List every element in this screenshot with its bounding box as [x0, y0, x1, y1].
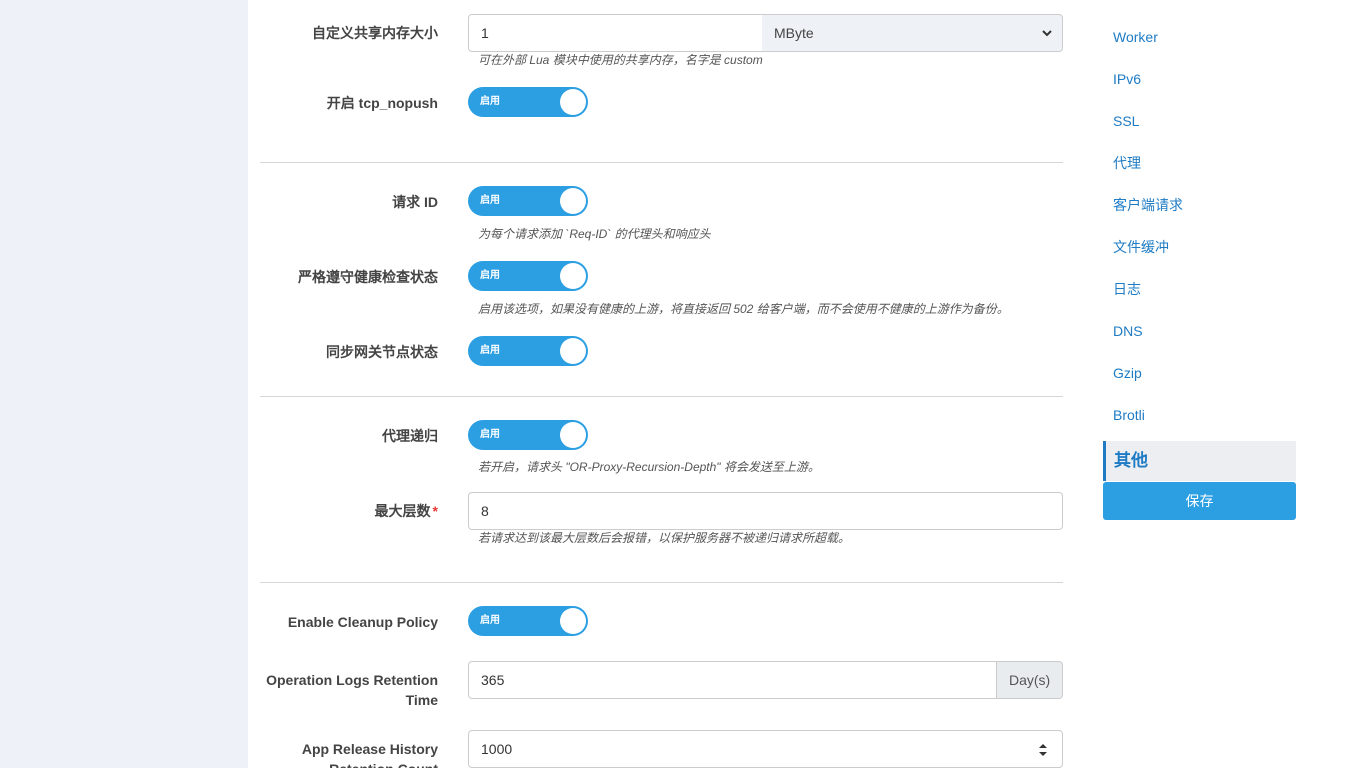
toggle-state-label: 启用 [480, 429, 500, 440]
shared-memory-help: 可在外部 Lua 模块中使用的共享内存，名字是 custom [478, 53, 763, 67]
request-id-toggle[interactable]: 启用 [468, 186, 588, 216]
cleanup-policy-label: Enable Cleanup Policy [287, 614, 438, 630]
sidebar-item-gzip[interactable]: Gzip [1113, 363, 1142, 383]
toggle-knob [560, 608, 586, 634]
strict-health-label: 严格遵守健康检查状态 [298, 269, 438, 285]
toggle-state-label: 启用 [480, 195, 500, 206]
toggle-knob [560, 263, 586, 289]
shared-memory-unit-value: MByte [774, 25, 814, 41]
strict-health-help: 启用该选项，如果没有健康的上游，将直接返回 502 给客户端，而不会使用不健康的… [478, 302, 1009, 316]
sidebar-item-proxy[interactable]: 代理 [1113, 153, 1141, 173]
cleanup-policy-toggle[interactable]: 启用 [468, 606, 588, 636]
max-depth-input[interactable]: 8 [468, 492, 1063, 530]
app-release-history-input[interactable]: 1000 [468, 730, 1063, 768]
request-id-label: 请求 ID [392, 194, 438, 210]
strict-health-toggle[interactable]: 启用 [468, 261, 588, 291]
sidebar-nav: Worker IPv6 SSL 代理 客户端请求 文件缓冲 日志 DNS Gzi… [1103, 0, 1296, 440]
sync-gateway-toggle[interactable]: 启用 [468, 336, 588, 366]
proxy-recursion-toggle[interactable]: 启用 [468, 420, 588, 450]
request-id-help: 为每个请求添加 `Req-ID` 的代理头和响应头 [478, 227, 711, 241]
proxy-recursion-help: 若开启，请求头 "OR-Proxy-Recursion-Depth" 将会发送至… [478, 460, 820, 474]
toggle-knob [560, 338, 586, 364]
sidebar-item-brotli[interactable]: Brotli [1113, 405, 1145, 425]
proxy-recursion-label: 代理递归 [382, 428, 438, 444]
op-logs-retention-label-line1: Operation Logs Retention [266, 672, 438, 688]
toggle-state-label: 启用 [480, 615, 500, 626]
save-button[interactable]: 保存 [1103, 482, 1296, 520]
sidebar-item-logs[interactable]: 日志 [1113, 279, 1141, 299]
app-release-history-label: App Release History Retention Count [248, 739, 438, 768]
shared-memory-unit-select[interactable]: MByte [762, 14, 1063, 52]
sidebar-item-ipv6[interactable]: IPv6 [1113, 69, 1141, 89]
toggle-state-label: 启用 [480, 345, 500, 356]
sidebar-item-dns[interactable]: DNS [1113, 321, 1143, 341]
section-divider [260, 396, 1063, 397]
section-divider [260, 162, 1063, 163]
max-depth-help: 若请求达到该最大层数后会报错，以保护服务器不被递归请求所超载。 [478, 531, 851, 545]
sync-gateway-label: 同步网关节点状态 [326, 344, 438, 360]
chevron-down-icon [1042, 30, 1052, 37]
app-release-history-label-line1: App Release History [301, 741, 438, 757]
op-logs-retention-unit: Day(s) [997, 661, 1063, 699]
sidebar-item-ssl[interactable]: SSL [1113, 111, 1139, 131]
toggle-knob [560, 188, 586, 214]
required-mark: * [432, 503, 438, 519]
op-logs-retention-label-line2: Time [405, 692, 438, 708]
toggle-knob [560, 422, 586, 448]
sidebar-item-file-buffer[interactable]: 文件缓冲 [1113, 237, 1169, 257]
max-depth-label: 最大层数 * [248, 501, 438, 521]
number-spinner-icon[interactable] [1038, 742, 1048, 758]
shared-memory-input[interactable]: 1 [468, 14, 763, 52]
app-release-history-row: App Release History Retention Count 1000 [248, 730, 1366, 768]
sidebar-item-worker[interactable]: Worker [1113, 27, 1158, 47]
section-divider [260, 582, 1063, 583]
op-logs-retention-input[interactable]: 365 [468, 661, 997, 699]
toggle-state-label: 启用 [480, 96, 500, 107]
sidebar-active-label: 其他 [1114, 451, 1148, 470]
cleanup-policy-row: Enable Cleanup Policy 启用 [248, 606, 1366, 636]
sidebar-item-client-request[interactable]: 客户端请求 [1113, 195, 1183, 215]
tcp-nopush-label: 开启 tcp_nopush [326, 95, 438, 111]
app-release-history-value: 1000 [481, 741, 513, 757]
tcp-nopush-toggle[interactable]: 启用 [468, 87, 588, 117]
toggle-knob [560, 89, 586, 115]
op-logs-retention-row: Operation Logs Retention Time 365 Day(s) [248, 661, 1366, 711]
op-logs-retention-label: Operation Logs Retention Time [248, 670, 438, 710]
max-depth-label-text: 最大层数 [374, 503, 431, 519]
shared-memory-label: 自定义共享内存大小 [312, 25, 438, 41]
app-release-history-label-line2: Retention Count [248, 759, 438, 768]
sidebar-item-other-active[interactable]: 其他 [1103, 441, 1296, 481]
toggle-state-label: 启用 [480, 270, 500, 281]
